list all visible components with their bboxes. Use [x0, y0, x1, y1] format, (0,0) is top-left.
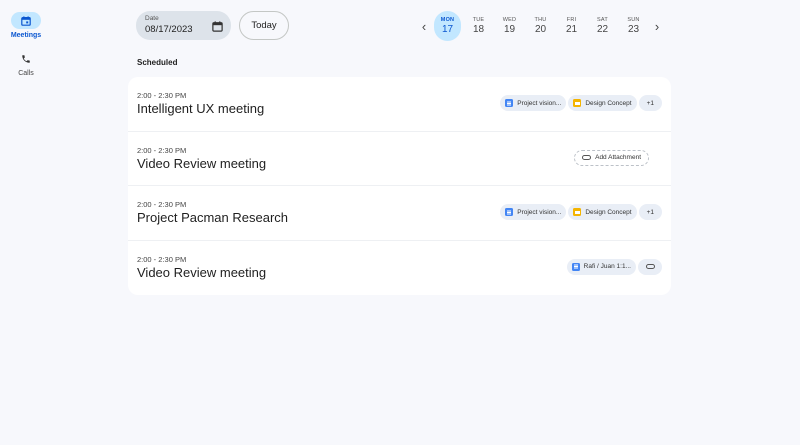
- rail-item-label: Calls: [18, 70, 34, 77]
- attachment-chips: Add Attachment: [574, 149, 662, 166]
- day-date: 18: [472, 24, 485, 35]
- week-selector: ‹ MON 17 TUE 18 WED 19 THU 20 FRI 21 SAT…: [416, 11, 665, 41]
- day-name: FRI: [566, 17, 577, 23]
- day-date: 22: [596, 24, 609, 35]
- calendar-icon[interactable]: [212, 19, 223, 37]
- slides-icon: [573, 208, 582, 216]
- slides-icon: [573, 99, 582, 107]
- docs-icon: [505, 99, 514, 107]
- rail-item-calls[interactable]: Calls: [4, 50, 48, 86]
- chip-label: Rafi / Juan 1:1...: [583, 263, 631, 270]
- day-date: 20: [534, 24, 547, 35]
- meeting-row[interactable]: 2:00 - 2:30 PM Video Review meeting Rafi…: [128, 241, 671, 296]
- chevron-right-icon[interactable]: ›: [649, 11, 665, 41]
- date-field[interactable]: Date 08/17/2023: [136, 11, 231, 40]
- meeting-time: 2:00 - 2:30 PM: [137, 254, 187, 264]
- attachment-chips: Project vision... Design Concept +1: [500, 95, 662, 111]
- add-attachment-button[interactable]: [638, 258, 662, 275]
- attachment-chips: Project vision... Design Concept +1: [500, 204, 662, 220]
- day-date: 17: [441, 24, 454, 35]
- chip-label: Design Concept: [585, 99, 632, 107]
- meeting-title: Video Review meeting: [137, 155, 267, 171]
- day-name: SUN: [627, 17, 640, 23]
- meeting-time: 2:00 - 2:30 PM: [137, 200, 187, 209]
- day-date: 23: [627, 24, 640, 35]
- day-thu[interactable]: THU 20: [525, 11, 556, 41]
- docs-icon: [505, 208, 514, 216]
- day-fri[interactable]: FRI 21: [556, 11, 587, 41]
- doc-attachment-chip[interactable]: Project vision...: [500, 95, 567, 111]
- meeting-row[interactable]: 2:00 - 2:30 PM Project Pacman Research P…: [128, 186, 671, 241]
- meeting-list: 2:00 - 2:30 PM Intelligent UX meeting Pr…: [128, 77, 671, 295]
- day-name: WED: [502, 17, 517, 23]
- today-button[interactable]: Today: [239, 11, 289, 40]
- calendar-icon: [11, 12, 41, 29]
- more-attachments-chip[interactable]: +1: [638, 204, 662, 220]
- day-name: TUE: [472, 17, 485, 23]
- rail-item-meetings[interactable]: Meetings: [4, 12, 48, 48]
- day-wed[interactable]: WED 19: [494, 11, 525, 41]
- meeting-title: Video Review meeting: [137, 264, 267, 280]
- day-mon[interactable]: MON 17: [434, 11, 461, 41]
- day-date: 19: [503, 24, 516, 35]
- chip-label: Project vision...: [517, 99, 562, 107]
- more-attachments-chip[interactable]: +1: [638, 95, 662, 111]
- meeting-row[interactable]: 2:00 - 2:30 PM Video Review meeting Add …: [128, 132, 671, 186]
- chip-label: Add Attachment: [595, 154, 641, 161]
- day-sun[interactable]: SUN 23: [618, 11, 649, 41]
- rail-item-label: Meetings: [10, 32, 42, 39]
- day-tue[interactable]: TUE 18: [463, 11, 494, 41]
- meeting-time: 2:00 - 2:30 PM: [137, 91, 187, 100]
- chevron-left-icon[interactable]: ‹: [416, 11, 432, 41]
- day-name: THU: [534, 17, 547, 23]
- attachment-icon: [582, 155, 592, 160]
- phone-icon: [11, 50, 41, 67]
- meeting-time: 2:00 - 2:30 PM: [137, 145, 187, 155]
- navigation-rail: Meetings Calls: [0, 0, 52, 445]
- doc-attachment-chip[interactable]: Project vision...: [500, 204, 567, 220]
- meeting-row[interactable]: 2:00 - 2:30 PM Intelligent UX meeting Pr…: [128, 77, 671, 132]
- day-name: MON: [440, 17, 455, 23]
- section-title: Scheduled: [137, 58, 178, 67]
- add-attachment-button[interactable]: Add Attachment: [574, 149, 649, 166]
- slides-attachment-chip[interactable]: Design Concept: [568, 204, 637, 220]
- docs-icon: [571, 262, 580, 271]
- attachment-icon: [645, 264, 655, 269]
- attachment-chips: Rafi / Juan 1:1...: [566, 258, 662, 275]
- day-sat[interactable]: SAT 22: [587, 11, 618, 41]
- day-date: 21: [565, 24, 578, 35]
- date-field-label: Date: [145, 15, 159, 22]
- chip-label: Project vision...: [517, 208, 562, 216]
- slides-attachment-chip[interactable]: Design Concept: [568, 95, 637, 111]
- chip-label: Design Concept: [585, 208, 632, 216]
- meeting-title: Project Pacman Research: [137, 210, 289, 225]
- meeting-title: Intelligent UX meeting: [137, 101, 265, 116]
- doc-attachment-chip[interactable]: Rafi / Juan 1:1...: [566, 258, 636, 275]
- date-field-value: 08/17/2023: [145, 24, 193, 35]
- day-name: SAT: [597, 17, 608, 23]
